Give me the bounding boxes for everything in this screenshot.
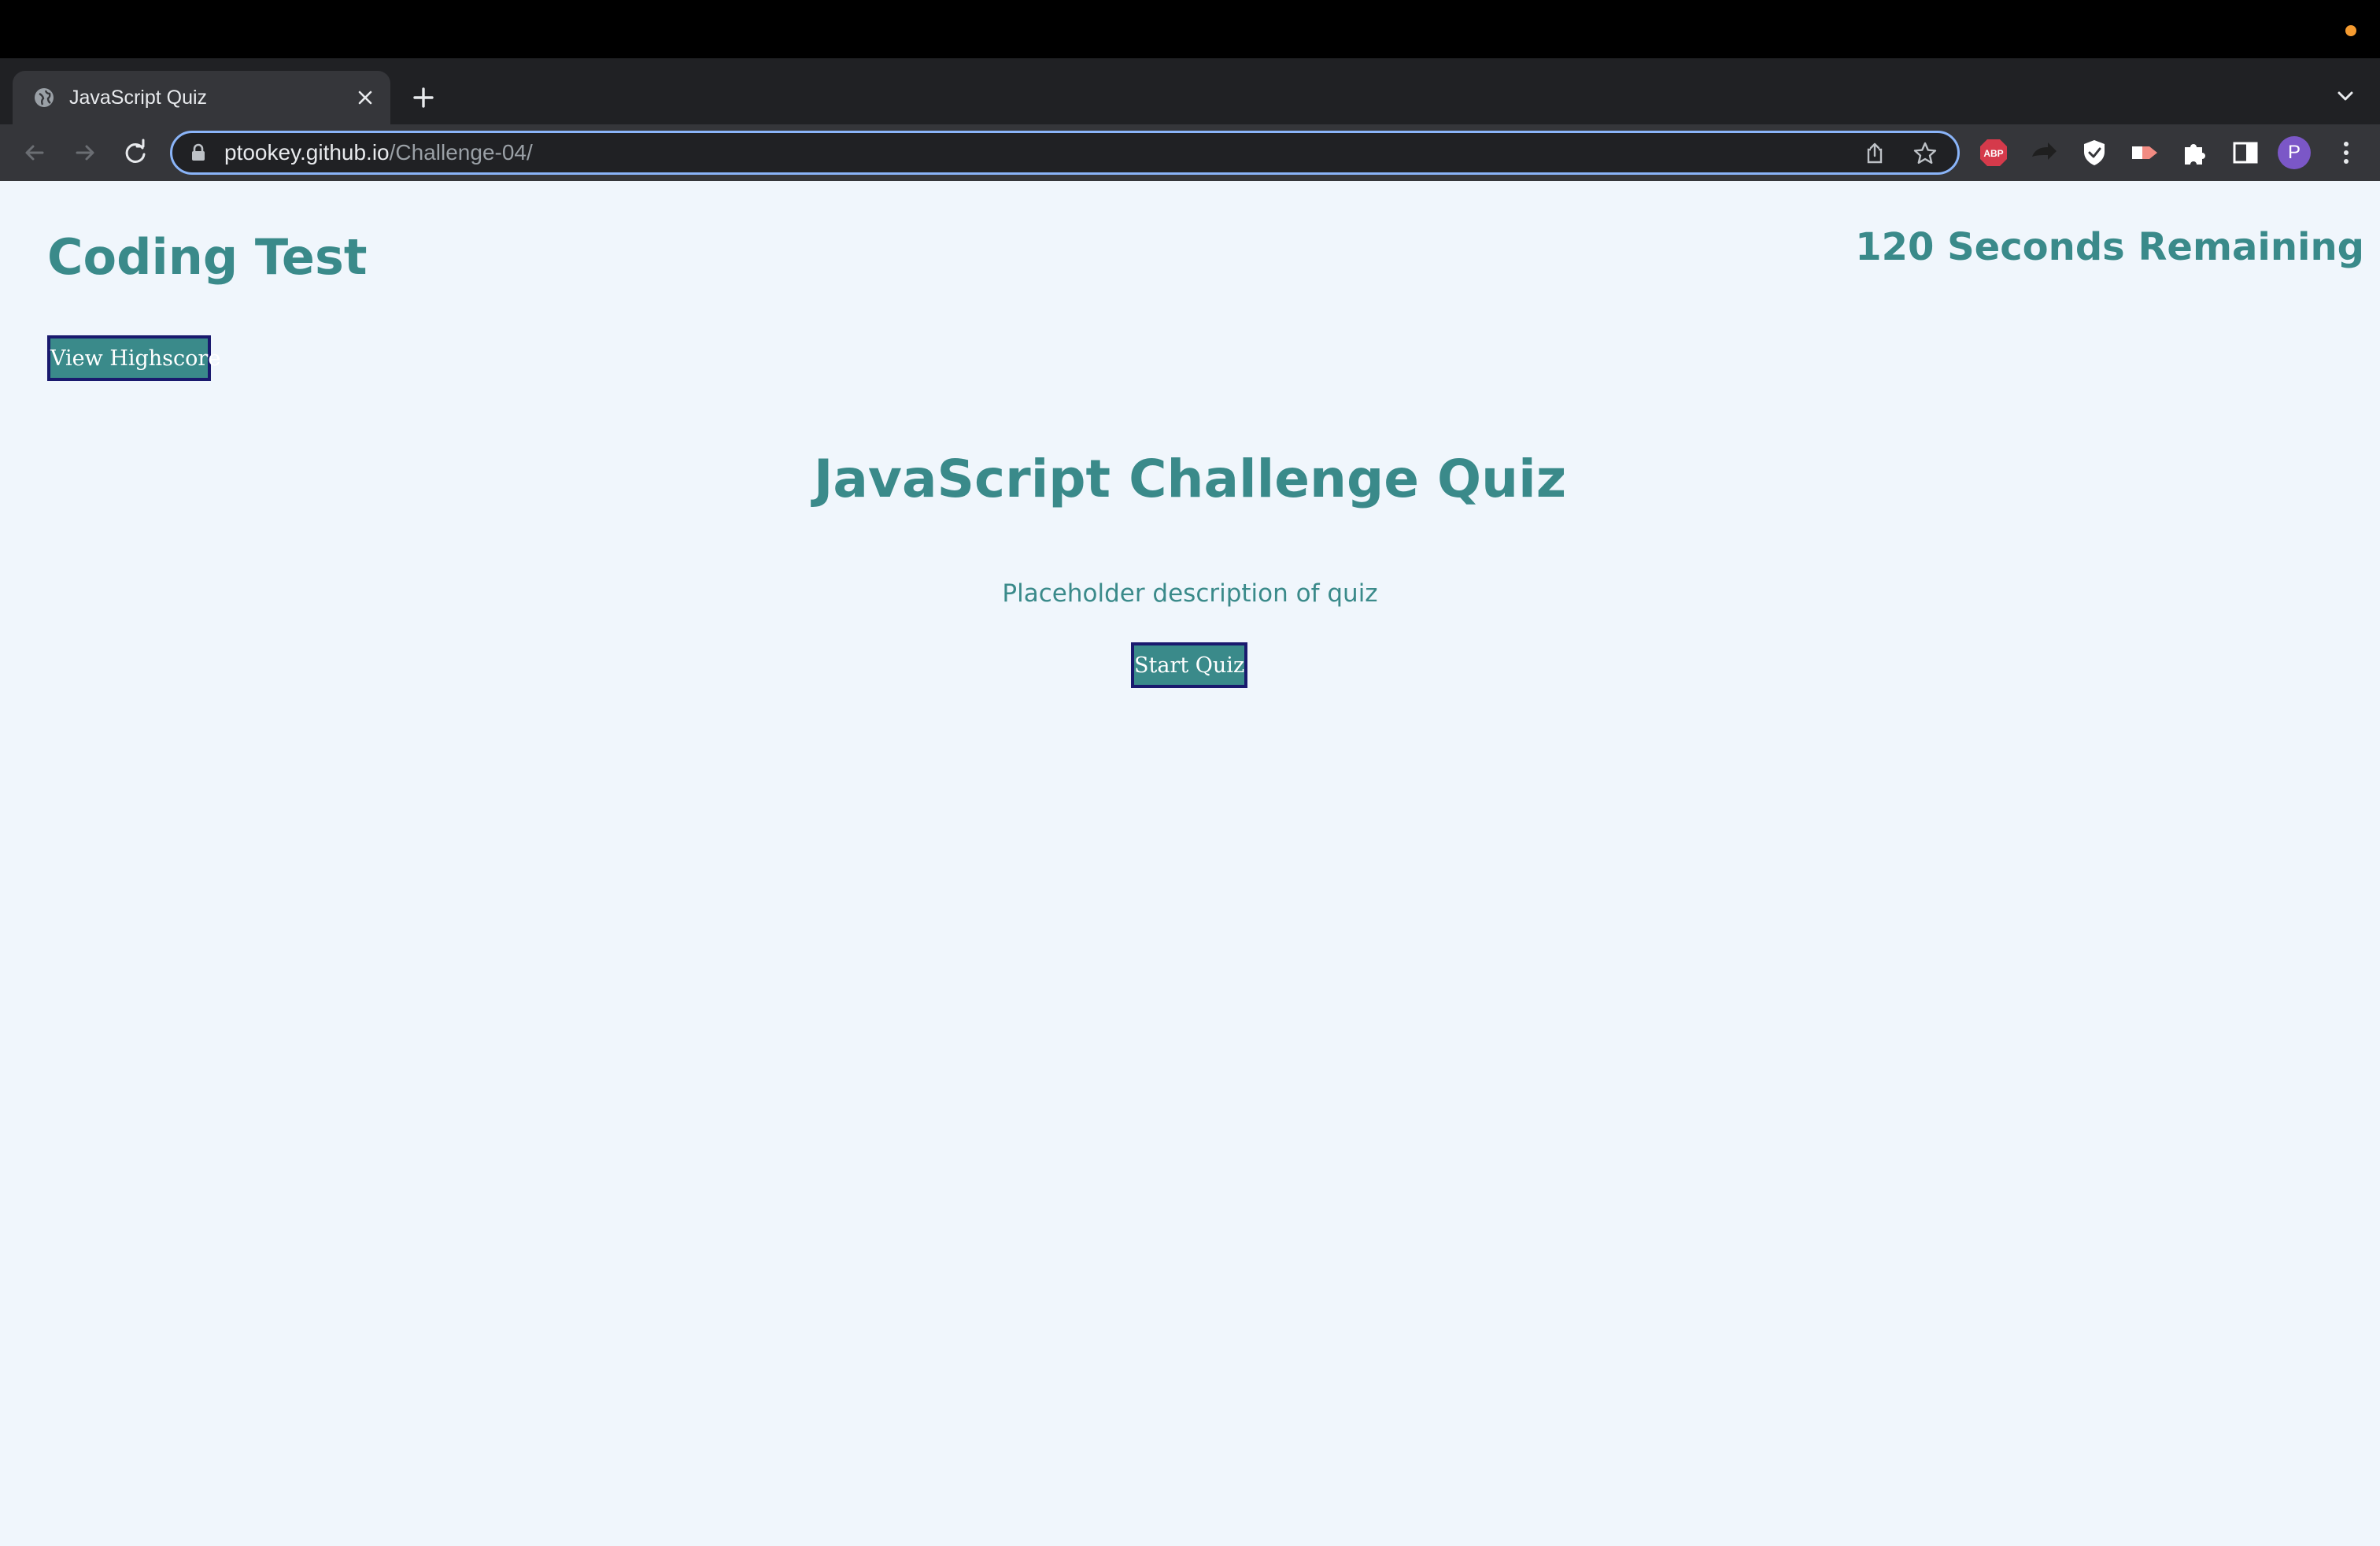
quiz-description: Placeholder description of quiz xyxy=(1002,579,1378,608)
chevron-down-icon[interactable] xyxy=(2331,82,2360,110)
forward-arrow-icon[interactable] xyxy=(69,137,101,168)
address-bar[interactable]: ptookey.github.io/Challenge-04/ xyxy=(170,131,1960,175)
close-tab-icon[interactable] xyxy=(353,85,378,110)
svg-text:ABP: ABP xyxy=(1983,148,2003,159)
url-text: ptookey.github.io/Challenge-04/ xyxy=(224,140,533,165)
profile-avatar[interactable]: P xyxy=(2278,136,2311,169)
quiz-title: JavaScript Challenge Quiz xyxy=(813,449,1567,509)
shield-icon[interactable] xyxy=(2078,136,2111,169)
forward-arrow-icon[interactable] xyxy=(2027,136,2060,169)
start-quiz-button[interactable]: Start Quiz xyxy=(1131,642,1247,688)
view-highscore-button[interactable]: View Highscore xyxy=(47,335,220,381)
reload-icon[interactable] xyxy=(120,137,151,168)
url-host: ptookey.github.io xyxy=(224,140,390,165)
bookmark-star-icon[interactable] xyxy=(1912,140,1938,167)
browser-toolbar: ptookey.github.io/Challenge-04/ ABP P xyxy=(0,124,2380,181)
tab-active[interactable]: JavaScript Quiz xyxy=(13,71,390,124)
recording-indicator xyxy=(2345,25,2356,36)
screen: JavaScript Quiz ptookey.github.io/Challe… xyxy=(0,0,2380,1546)
puzzle-icon[interactable] xyxy=(2179,136,2212,169)
lock-icon[interactable] xyxy=(188,142,209,163)
back-arrow-icon[interactable] xyxy=(19,137,50,168)
share-icon[interactable] xyxy=(1861,140,1888,167)
url-path: /Challenge-04/ xyxy=(389,140,533,165)
tab-title: JavaScript Quiz xyxy=(69,87,208,109)
page-viewport: Coding Test 120 Seconds Remaining View H… xyxy=(0,181,2380,1546)
tab-strip: JavaScript Quiz xyxy=(0,58,2380,124)
side-panel-icon[interactable] xyxy=(2229,136,2262,169)
new-tab-icon[interactable] xyxy=(408,82,439,113)
timer-text: 120 Seconds Remaining xyxy=(1855,225,2364,269)
system-menu-bar xyxy=(0,0,2380,58)
tag-icon[interactable] xyxy=(2128,136,2161,169)
more-menu-icon[interactable] xyxy=(2330,136,2363,169)
adblock-plus-icon[interactable]: ABP xyxy=(1977,136,2010,169)
globe-icon xyxy=(35,88,54,107)
site-title: Coding Test xyxy=(47,228,368,286)
